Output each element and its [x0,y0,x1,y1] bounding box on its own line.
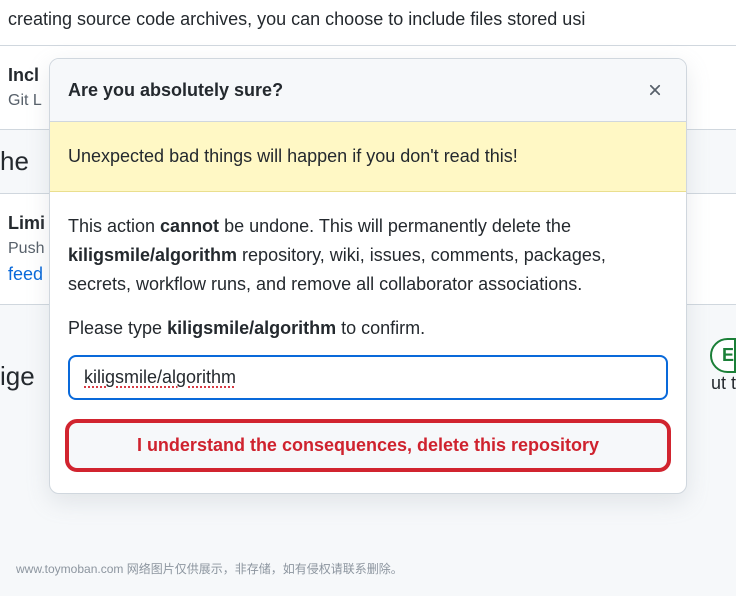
confirm-pre: Please type [68,318,167,338]
modal-title: Are you absolutely sure? [68,80,283,101]
modal-warning-banner: Unexpected bad things will happen if you… [50,122,686,192]
modal-header: Are you absolutely sure? [50,59,686,122]
modal-backdrop: Are you absolutely sure? Unexpected bad … [0,0,736,596]
delete-button-label: I understand the consequences, delete th… [137,435,599,455]
modal-body: This action cannot be undone. This will … [50,192,686,493]
body-repo-name: kiligsmile/algorithm [68,245,237,265]
delete-repository-button[interactable]: I understand the consequences, delete th… [68,422,668,469]
close-button[interactable] [642,77,668,103]
confirm-prompt: Please type kiligsmile/algorithm to conf… [68,318,668,339]
body-cannot: cannot [160,216,219,236]
confirm-input[interactable] [68,355,668,400]
delete-repo-modal: Are you absolutely sure? Unexpected bad … [49,58,687,494]
close-icon [646,81,664,99]
body-pre: This action [68,216,160,236]
confirm-repo: kiligsmile/algorithm [167,318,336,338]
modal-body-text: This action cannot be undone. This will … [68,212,668,298]
confirm-post: to confirm. [336,318,425,338]
body-mid1: be undone. This will permanently delete … [219,216,571,236]
